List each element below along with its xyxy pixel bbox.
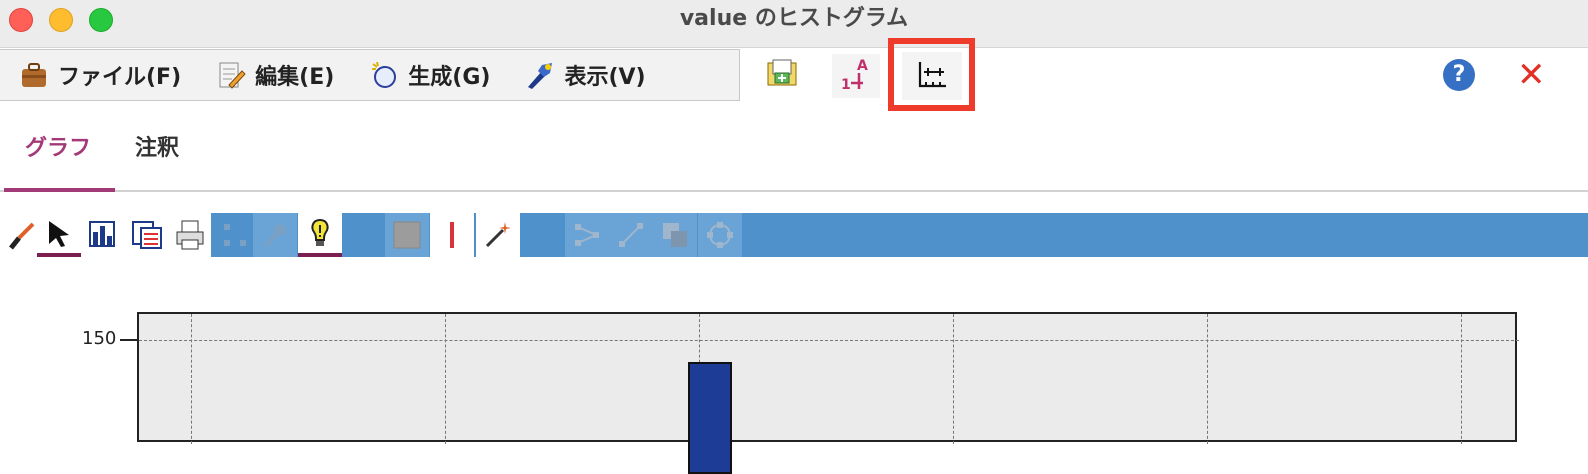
menu-generate[interactable]: 生成(G) xyxy=(350,50,506,100)
bar-chart-button[interactable] xyxy=(82,213,126,257)
circle-nodes-button[interactable] xyxy=(698,213,742,257)
grid-line-v xyxy=(1461,314,1462,444)
pointer-icon xyxy=(49,221,69,247)
axis-label-icon: A1 xyxy=(837,55,875,97)
table-icon xyxy=(132,221,162,249)
menu-file[interactable]: ファイル(F) xyxy=(0,50,197,100)
histogram-chart: 150 xyxy=(0,290,1588,474)
line-color-icon xyxy=(450,222,454,248)
active-tab-indicator xyxy=(4,188,115,192)
line-segment-icon xyxy=(619,223,643,247)
edit-pencil-icon xyxy=(215,59,247,91)
grid-select-icon xyxy=(224,224,246,246)
add-graph-icon xyxy=(765,57,799,95)
connect-nodes-button[interactable] xyxy=(565,213,609,257)
magic-wand-icon xyxy=(485,222,511,248)
circle-nodes-icon xyxy=(707,222,733,248)
window-title: value のヒストグラム xyxy=(679,6,909,31)
menu-bar: ファイル(F) 編集(E) 生成(G) 表示(V) xyxy=(0,49,740,101)
graph-toolbar xyxy=(0,213,1588,257)
menu-edit[interactable]: 編集(E) xyxy=(197,50,350,100)
y-tick-label: 150 xyxy=(82,328,117,349)
lightbulb-icon xyxy=(311,218,329,246)
axis-label-button[interactable]: A1 xyxy=(832,54,880,98)
menu-edit-label: 編集(E) xyxy=(255,65,335,90)
line-color-button[interactable] xyxy=(430,213,474,257)
svg-text:A: A xyxy=(857,58,868,74)
tab-annotation[interactable]: 注釈 xyxy=(135,130,179,162)
grid-line-v xyxy=(953,314,954,444)
menu-view[interactable]: 表示(V) xyxy=(506,50,661,100)
help-button[interactable]: ? xyxy=(1443,59,1475,91)
tab-graph[interactable]: グラフ xyxy=(25,130,91,162)
pin-button[interactable] xyxy=(253,213,297,257)
menu-generate-label: 生成(G) xyxy=(408,65,491,90)
magic-wand-icon xyxy=(368,59,400,91)
svg-text:1: 1 xyxy=(841,77,851,93)
lightbulb-button[interactable] xyxy=(298,213,342,257)
overlap-button[interactable] xyxy=(653,213,697,257)
paintbrush-icon xyxy=(9,222,35,250)
grid-line-h xyxy=(139,340,1519,341)
overlap-icon xyxy=(663,223,687,247)
add-graph-button[interactable] xyxy=(758,54,806,98)
histogram-bar[interactable] xyxy=(688,362,732,474)
plot-area[interactable] xyxy=(137,312,1519,474)
menu-file-label: ファイル(F) xyxy=(58,65,182,90)
tab-divider xyxy=(0,190,1588,192)
line-segment-button[interactable] xyxy=(609,213,653,257)
table-button[interactable] xyxy=(125,213,169,257)
pointer-button[interactable] xyxy=(37,213,81,257)
printer-button[interactable] xyxy=(168,213,212,257)
fill-square-icon xyxy=(393,221,421,249)
flashlight-icon xyxy=(524,59,556,91)
grid-line-v xyxy=(1207,314,1208,444)
briefcase-icon xyxy=(18,59,50,91)
printer-icon xyxy=(176,220,204,250)
grid-line-v xyxy=(191,314,192,444)
menu-view-label: 表示(V) xyxy=(564,65,646,90)
pin-icon xyxy=(264,224,286,248)
y-tick-mark xyxy=(120,339,137,341)
highlight-box xyxy=(888,38,975,111)
grid-line-v xyxy=(445,314,446,444)
fill-color-button[interactable] xyxy=(385,213,429,257)
close-button[interactable]: ✕ xyxy=(1517,56,1546,94)
title-bar: value のヒストグラム xyxy=(0,0,1588,48)
bar-chart-icon xyxy=(89,221,115,247)
connect-nodes-icon xyxy=(575,224,599,246)
grid-select-button[interactable] xyxy=(213,213,257,257)
magic-wand-button[interactable] xyxy=(476,213,520,257)
